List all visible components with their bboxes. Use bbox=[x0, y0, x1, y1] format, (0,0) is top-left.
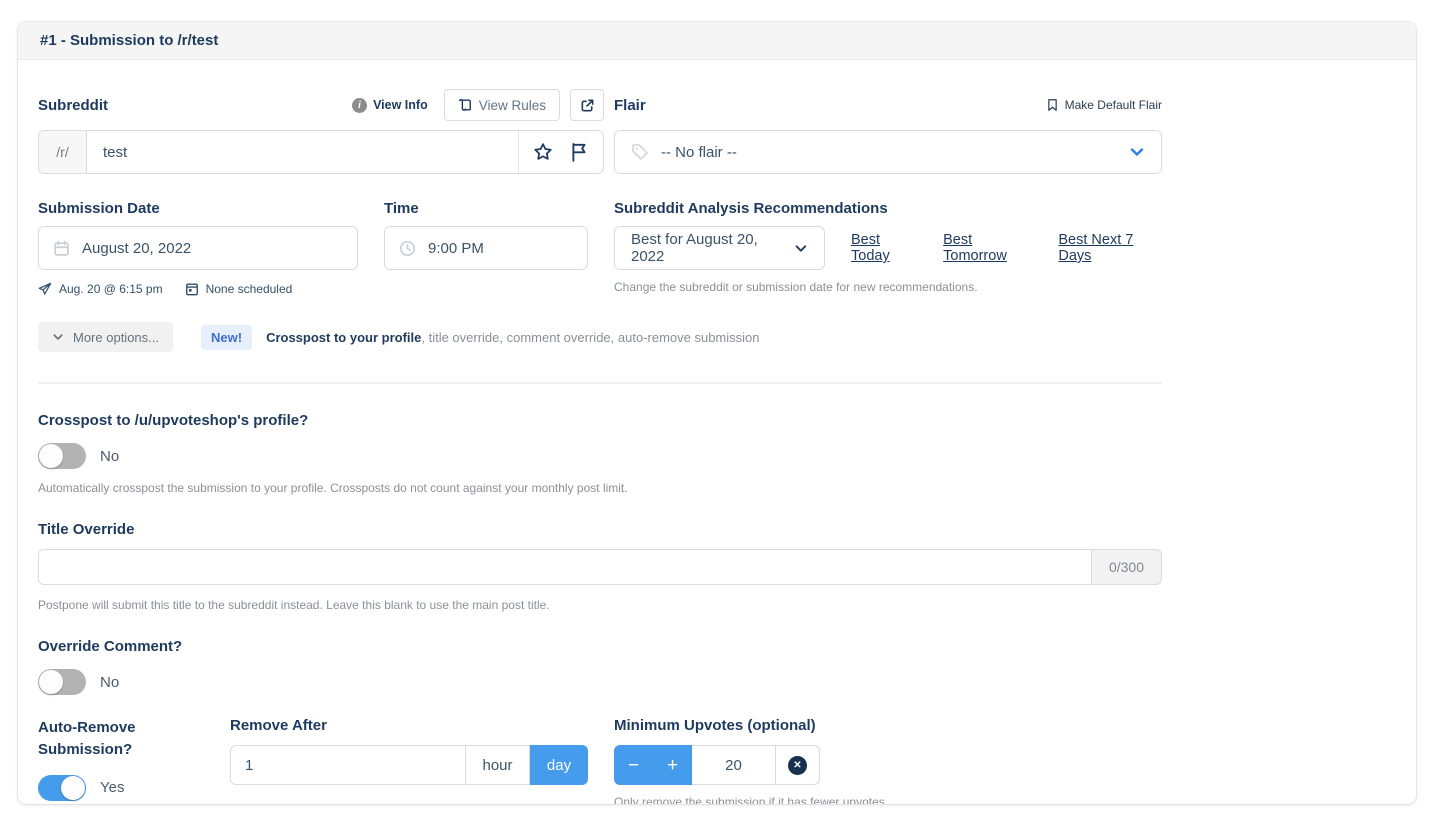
flair-label: Flair bbox=[614, 97, 646, 114]
section-divider bbox=[38, 382, 1162, 384]
clock-icon bbox=[399, 240, 416, 257]
clear-x-icon: ✕ bbox=[788, 756, 807, 775]
view-info-label: View Info bbox=[373, 98, 428, 112]
subreddit-input-actions bbox=[518, 131, 603, 173]
crosspost-helper: Automatically crosspost the submission t… bbox=[38, 481, 1162, 495]
submission-card: #1 - Submission to /r/test Subreddit i V… bbox=[18, 22, 1416, 804]
subreddit-prefix: /r/ bbox=[39, 131, 87, 173]
info-icon: i bbox=[352, 98, 367, 113]
external-link-icon bbox=[580, 98, 595, 113]
send-icon bbox=[38, 282, 52, 296]
remove-after-section: Remove After hour day bbox=[230, 717, 588, 804]
submission-date-input[interactable] bbox=[82, 240, 343, 257]
make-default-flair-label: Make Default Flair bbox=[1065, 98, 1162, 112]
time-input[interactable] bbox=[428, 240, 573, 257]
auto-remove-section: Auto-Remove Submission? Yes bbox=[38, 717, 198, 804]
remove-after-label: Remove After bbox=[230, 717, 327, 734]
new-badge: New! bbox=[201, 325, 252, 350]
time-field[interactable] bbox=[384, 226, 588, 270]
recommendations-dropdown-value: Best for August 20, 2022 bbox=[631, 231, 782, 265]
more-options-description: Crosspost to your profile, title overrid… bbox=[266, 330, 759, 345]
subreddit-input[interactable] bbox=[87, 131, 518, 173]
recommendations-dropdown[interactable]: Best for August 20, 2022 bbox=[614, 226, 825, 270]
override-comment-section: Override Comment? No bbox=[38, 638, 1162, 695]
view-info-button[interactable]: i View Info bbox=[352, 98, 428, 113]
title-override-input[interactable] bbox=[38, 549, 1092, 585]
more-options-label: More options... bbox=[73, 330, 159, 345]
best-next-7-days-link[interactable]: Best Next 7 Days bbox=[1058, 232, 1162, 264]
flair-select[interactable]: -- No flair -- bbox=[614, 130, 1162, 174]
auto-remove-toggle[interactable] bbox=[38, 775, 86, 801]
flair-section: Flair Make Default Flair -- No flair -- bbox=[614, 88, 1162, 174]
favorite-star-icon[interactable] bbox=[533, 142, 553, 162]
time-label: Time bbox=[384, 200, 588, 217]
flair-selected-value: -- No flair -- bbox=[661, 144, 1117, 161]
auto-remove-toggle-state: Yes bbox=[100, 779, 124, 796]
view-rules-label: View Rules bbox=[479, 98, 546, 113]
crosspost-label: Crosspost to /u/upvoteshop's profile? bbox=[38, 412, 308, 429]
recommendations-label: Subreddit Analysis Recommendations bbox=[614, 200, 1162, 217]
remove-after-input[interactable] bbox=[230, 745, 466, 785]
subreddit-section: Subreddit i View Info View Rules bbox=[38, 88, 604, 174]
crosspost-toggle-state: No bbox=[100, 448, 119, 465]
title-override-section: Title Override 0/300 Postpone will submi… bbox=[38, 521, 1162, 612]
auto-remove-label: Auto-Remove Submission? bbox=[38, 717, 158, 761]
remove-after-hour-button[interactable]: hour bbox=[466, 745, 530, 785]
recommendations-section: Subreddit Analysis Recommendations Best … bbox=[614, 200, 1162, 296]
minus-button[interactable]: − bbox=[614, 745, 653, 785]
title-override-label: Title Override bbox=[38, 521, 134, 538]
minimum-upvotes-helper: Only remove the submission if it has few… bbox=[614, 795, 1162, 804]
minimum-upvotes-input[interactable] bbox=[692, 745, 776, 785]
view-rules-button[interactable]: View Rules bbox=[444, 89, 560, 121]
card-body: Subreddit i View Info View Rules bbox=[18, 60, 1416, 804]
card-title: #1 - Submission to /r/test bbox=[40, 32, 218, 49]
submission-date-label: Submission Date bbox=[38, 200, 358, 217]
minimum-upvotes-section: Minimum Upvotes (optional) − + ✕ Only re… bbox=[614, 717, 1162, 804]
title-override-counter: 0/300 bbox=[1092, 549, 1162, 585]
override-comment-toggle-state: No bbox=[100, 674, 119, 691]
time-section: Time bbox=[384, 200, 588, 296]
override-comment-label: Override Comment? bbox=[38, 638, 182, 655]
card-header: #1 - Submission to /r/test bbox=[18, 22, 1416, 60]
chevron-down-icon bbox=[794, 241, 808, 256]
submission-date-field[interactable] bbox=[38, 226, 358, 270]
calendar-day-icon bbox=[185, 282, 199, 296]
chevron-down-icon bbox=[1129, 144, 1145, 160]
submission-date-section: Submission Date Aug. 20 @ 6:15 pm None s… bbox=[38, 200, 358, 296]
title-override-helper: Postpone will submit this title to the s… bbox=[38, 598, 1162, 612]
subreddit-label: Subreddit bbox=[38, 97, 108, 114]
tag-icon bbox=[631, 143, 649, 161]
bookmark-icon bbox=[1046, 98, 1059, 112]
override-comment-toggle[interactable] bbox=[38, 669, 86, 695]
send-time-info[interactable]: Aug. 20 @ 6:15 pm bbox=[38, 282, 163, 296]
remove-after-day-button[interactable]: day bbox=[530, 745, 588, 785]
plus-button[interactable]: + bbox=[653, 745, 692, 785]
calendar-icon bbox=[53, 240, 70, 257]
best-tomorrow-link[interactable]: Best Tomorrow bbox=[943, 232, 1032, 264]
crosspost-toggle[interactable] bbox=[38, 443, 86, 469]
minimum-upvotes-clear-button[interactable]: ✕ bbox=[776, 745, 820, 785]
minimum-upvotes-label: Minimum Upvotes (optional) bbox=[614, 717, 816, 734]
make-default-flair-button[interactable]: Make Default Flair bbox=[1046, 98, 1162, 112]
minimum-upvotes-steppers: − + bbox=[614, 745, 692, 785]
flag-icon[interactable] bbox=[569, 142, 589, 162]
more-options-highlight: Crosspost to your profile bbox=[266, 330, 421, 345]
scheduled-info[interactable]: None scheduled bbox=[185, 282, 293, 296]
scroll-icon bbox=[458, 98, 472, 112]
send-time-text: Aug. 20 @ 6:15 pm bbox=[59, 282, 163, 296]
open-subreddit-button[interactable] bbox=[570, 89, 604, 121]
more-options-button[interactable]: More options... bbox=[38, 322, 173, 352]
subreddit-input-group: /r/ bbox=[38, 130, 604, 174]
chevron-down-icon bbox=[52, 331, 64, 343]
more-options-rest: , title override, comment override, auto… bbox=[421, 330, 759, 345]
crosspost-section: Crosspost to /u/upvoteshop's profile? No… bbox=[38, 412, 1162, 495]
best-today-link[interactable]: Best Today bbox=[851, 232, 917, 264]
recommendations-helper: Change the subreddit or submission date … bbox=[614, 280, 1162, 294]
scheduled-text: None scheduled bbox=[206, 282, 293, 296]
